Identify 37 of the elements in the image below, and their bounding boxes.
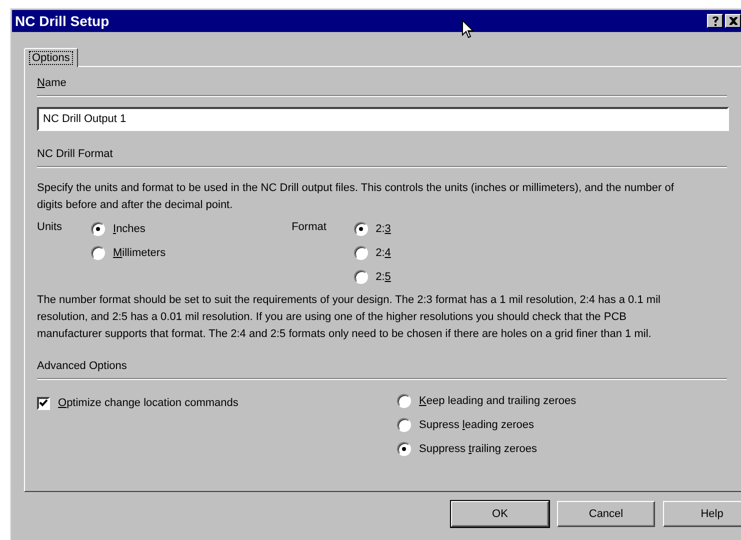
format-label: Format	[292, 220, 328, 233]
radio-button[interactable]	[91, 222, 105, 236]
radio-label[interactable]: Supress leading zeroes	[419, 419, 534, 431]
dialog-button[interactable]: OK	[451, 501, 549, 527]
note-text: The number format should be set to suit the requirements of your design. The 2:3 format has a 1 mil resolution, 2:4 has a 0.1 mil resolution, and 2:5 has a 0.01 mil resolution. If you are using one of the higher resolutions you should check that the PCB manufacturer supports that format. The 2:4 and 2:5 formats only need to be chosen if there are holes on a grid finer than 1 mil.	[37, 293, 662, 342]
section-label: NC Drill Format	[37, 148, 113, 160]
dialog-button[interactable]: Cancel	[557, 501, 655, 527]
radio-button[interactable]	[397, 418, 411, 432]
window-title: NC Drill Setup	[15, 13, 110, 29]
radio-label[interactable]: Suppress trailing zeroes	[419, 443, 538, 455]
radio-label[interactable]: 2:4	[376, 247, 391, 259]
radio-button[interactable]	[397, 394, 411, 408]
section-label: Advanced Options	[37, 360, 127, 372]
close-icon	[728, 17, 738, 25]
checkbox-label[interactable]: Optimize change location commands	[58, 397, 238, 409]
radio-label[interactable]: 2:5	[376, 271, 391, 283]
close-button[interactable]	[725, 14, 741, 28]
description-text: Specify the units and format to be used in the NC Drill output files. This controls the units (inches or millimeters), and the number of digits before and after the decimal point.	[37, 181, 675, 213]
radio-button[interactable]	[354, 222, 368, 236]
help-button[interactable]	[707, 14, 723, 28]
tab[interactable]: Options	[24, 48, 78, 67]
units-label: Units	[37, 220, 64, 233]
name-field[interactable]: NC Drill Output 1	[37, 107, 729, 131]
radio-button[interactable]	[354, 270, 368, 284]
checkbox[interactable]	[37, 396, 50, 410]
radio-button[interactable]	[397, 442, 411, 456]
radio-button[interactable]	[354, 246, 368, 260]
radio-button[interactable]	[91, 246, 105, 260]
checkmark-icon	[39, 399, 48, 407]
section-label: Name	[37, 77, 66, 89]
radio-label[interactable]: Inches	[113, 223, 146, 235]
help-icon	[712, 16, 718, 26]
radio-label[interactable]: 2:3	[376, 223, 391, 235]
mouse-pointer-icon	[462, 20, 474, 39]
radio-label[interactable]: Millimeters	[113, 247, 166, 259]
radio-label[interactable]: Keep leading and trailing zeroes	[419, 395, 576, 407]
dialog-button[interactable]: Help	[663, 501, 741, 527]
